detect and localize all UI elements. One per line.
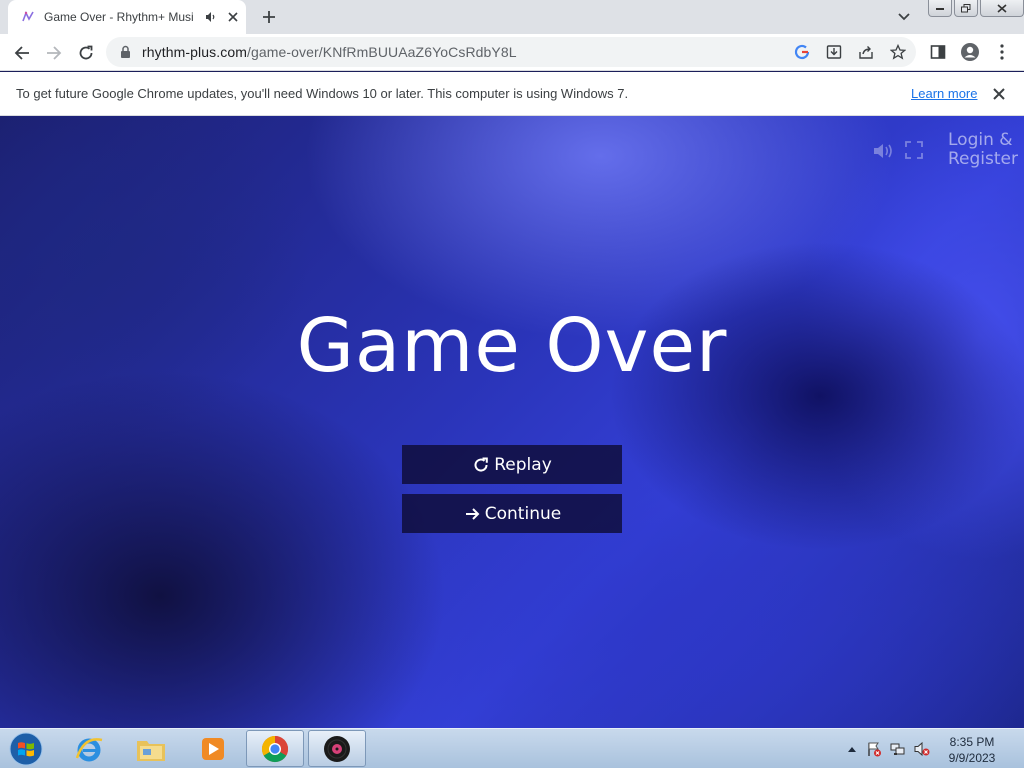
continue-label: Continue: [484, 503, 562, 524]
restore-button[interactable]: [954, 0, 978, 17]
windows-logo-icon: [9, 732, 43, 766]
windows-taskbar: 8:35 PM 9/9/2023: [0, 728, 1024, 768]
url-text[interactable]: rhythm-plus.com/game-over/KNfRmBUUAaZ6Yo…: [142, 44, 517, 60]
url-host: rhythm-plus.com: [142, 44, 247, 60]
browser-toolbar: rhythm-plus.com/game-over/KNfRmBUUAaZ6Yo…: [0, 34, 1024, 71]
clock-time: 8:35 PM: [949, 735, 995, 749]
continue-button[interactable]: Continue: [402, 494, 622, 533]
tab-strip: Game Over - Rhythm+ Music: [0, 0, 1024, 34]
taskbar-file-explorer[interactable]: [122, 730, 180, 767]
tab-search-chevron-icon[interactable]: [894, 8, 914, 26]
register-line: Register: [948, 149, 1018, 169]
internet-explorer-icon: [75, 737, 103, 761]
page-title: Game Over: [296, 303, 728, 389]
new-tab-button[interactable]: [256, 5, 282, 29]
window-controls: [926, 0, 1024, 18]
tab-close-icon[interactable]: [225, 9, 241, 25]
address-bar[interactable]: rhythm-plus.com/game-over/KNfRmBUUAaZ6Yo…: [106, 37, 916, 67]
start-button[interactable]: [6, 730, 46, 768]
folder-icon: [137, 740, 165, 761]
volume-muted-icon[interactable]: [914, 741, 930, 757]
replay-label: Replay: [494, 454, 552, 475]
taskbar-internet-explorer[interactable]: [60, 730, 118, 767]
network-icon[interactable]: [890, 741, 906, 757]
replay-icon: [472, 456, 490, 474]
fullscreen-icon[interactable]: [904, 140, 924, 160]
url-path: /game-over/KNfRmBUUAaZ6YoCsRdbY8L: [246, 44, 517, 60]
vinyl-record-icon: [324, 735, 350, 762]
login-line: Login &: [948, 130, 1013, 150]
close-window-button[interactable]: [980, 0, 1024, 17]
side-panel-icon[interactable]: [927, 41, 949, 63]
back-button[interactable]: [8, 39, 36, 67]
taskbar-media-player[interactable]: [184, 730, 242, 767]
infobar-message: To get future Google Chrome updates, you…: [16, 86, 629, 101]
reload-icon: [79, 45, 93, 60]
taskbar-chrome[interactable]: [246, 730, 304, 767]
game-over-page: Login & Register Game Over Replay Contin…: [0, 116, 1024, 728]
forward-button[interactable]: [40, 39, 68, 67]
menu-kebab-icon[interactable]: [991, 41, 1013, 63]
login-register-link[interactable]: Login & Register: [948, 131, 1018, 169]
media-player-icon: [202, 737, 224, 760]
arrow-right-icon: [463, 505, 481, 523]
plus-icon: [263, 11, 275, 23]
infobar-close-icon[interactable]: [990, 85, 1008, 103]
action-center-flag-icon[interactable]: [866, 741, 882, 757]
profile-avatar-icon[interactable]: [959, 41, 981, 63]
lock-icon[interactable]: [118, 44, 132, 60]
minimize-button[interactable]: [928, 0, 952, 17]
rhythm-plus-favicon-icon: [20, 9, 36, 25]
show-hidden-icons-icon[interactable]: [844, 741, 860, 757]
learn-more-link[interactable]: Learn more: [911, 86, 977, 101]
browser-tab[interactable]: Game Over - Rhythm+ Music: [8, 0, 246, 34]
taskbar-clock[interactable]: 8:35 PM 9/9/2023: [940, 734, 1004, 766]
install-app-icon[interactable]: [824, 42, 844, 62]
chrome-icon: [261, 735, 289, 762]
volume-icon[interactable]: [872, 140, 896, 162]
tab-title: Game Over - Rhythm+ Music: [44, 10, 194, 24]
share-icon[interactable]: [856, 42, 876, 62]
reload-button[interactable]: [72, 39, 100, 67]
tab-audio-icon[interactable]: [204, 9, 218, 25]
forward-arrow-icon: [47, 46, 62, 60]
replay-button[interactable]: Replay: [402, 445, 622, 484]
bookmark-star-icon[interactable]: [888, 42, 908, 62]
taskbar-rhythm-plus[interactable]: [308, 730, 366, 767]
clock-date: 9/9/2023: [948, 751, 996, 765]
update-infobar: To get future Google Chrome updates, you…: [0, 72, 1024, 116]
google-lens-icon[interactable]: [792, 42, 812, 62]
back-arrow-icon: [14, 46, 29, 60]
